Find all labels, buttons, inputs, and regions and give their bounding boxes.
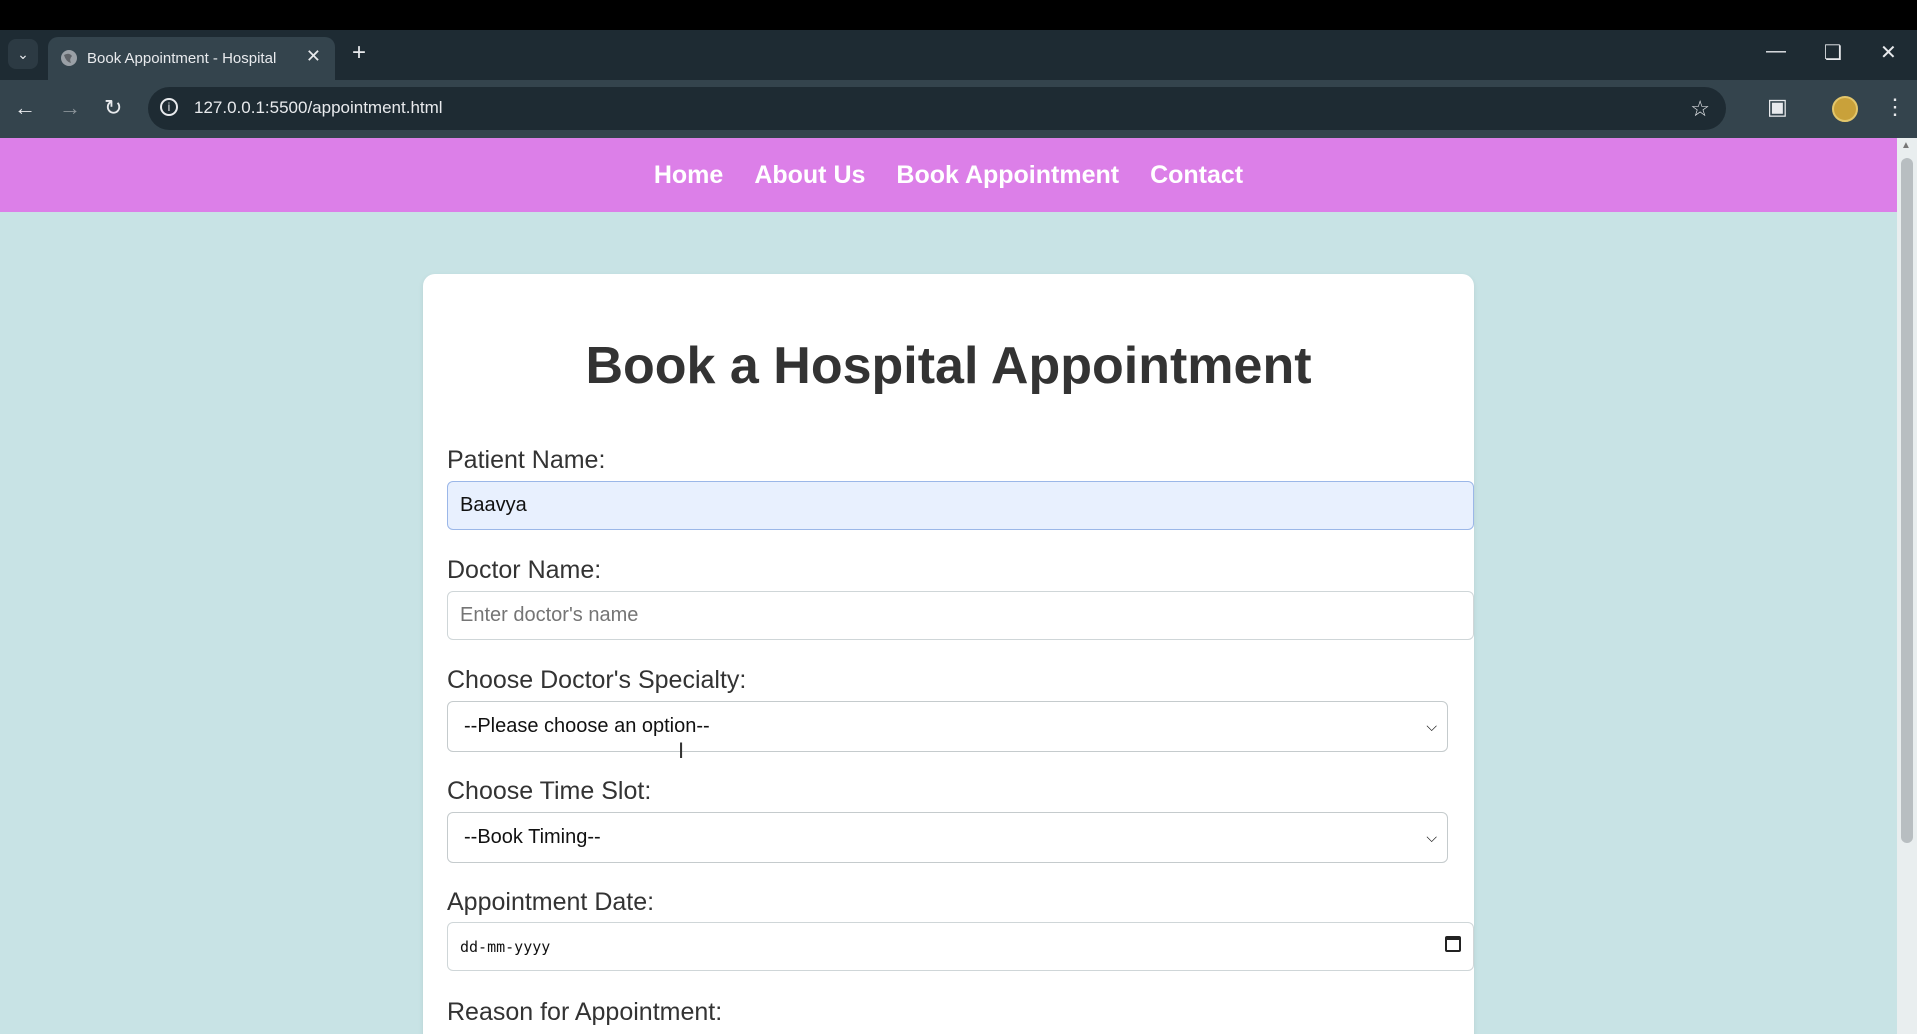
nav-book-appointment[interactable]: Book Appointment (896, 161, 1119, 190)
patient-name-input[interactable]: Baavya (447, 481, 1474, 530)
profile-avatar[interactable] (1832, 96, 1858, 122)
doctor-name-input[interactable]: Enter doctor's name (447, 591, 1474, 640)
tab-dropdown-icon[interactable]: ⌄ (8, 39, 38, 69)
nav-home[interactable]: Home (654, 161, 723, 190)
time-slot-selected: --Book Timing-- (464, 826, 601, 848)
tab-title: Book Appointment - Hospital (87, 50, 277, 67)
restore-icon[interactable]: ❏ (1824, 40, 1842, 65)
menu-icon[interactable]: ⋮ (1884, 94, 1906, 120)
doctor-name-label: Doctor Name: (447, 556, 602, 584)
time-slot-label: Choose Time Slot: (447, 777, 652, 805)
page-viewport: Home About Us Book Appointment Contact B… (0, 138, 1897, 1034)
reason-label: Reason for Appointment: (447, 998, 723, 1026)
globe-icon (61, 50, 77, 66)
browser-tab[interactable]: Book Appointment - Hospital ✕ (48, 37, 335, 80)
address-bar[interactable]: i 127.0.0.1:5500/appointment.html ☆ (148, 87, 1726, 130)
browser-toolbar: ← → ↻ i 127.0.0.1:5500/appointment.html … (0, 80, 1917, 138)
page-scrollbar[interactable]: ▲ (1897, 138, 1917, 1034)
scroll-up-icon[interactable]: ▲ (1901, 140, 1911, 151)
plus-icon[interactable]: + (352, 39, 366, 67)
appointment-date-input[interactable]: dd-mm-yyyy (447, 922, 1474, 971)
appointment-date-label: Appointment Date: (447, 888, 655, 916)
time-slot-select[interactable]: --Book Timing-- ⌵ (447, 812, 1448, 863)
back-icon[interactable]: ← (14, 95, 36, 121)
nav-contact[interactable]: Contact (1150, 161, 1243, 190)
appointment-form-card: Book a Hospital Appointment Patient Name… (423, 274, 1474, 1034)
close-icon[interactable]: ✕ (306, 46, 321, 67)
site-nav: Home About Us Book Appointment Contact (0, 138, 1897, 212)
window-close-icon[interactable]: ✕ (1880, 40, 1897, 65)
info-icon[interactable]: i (160, 98, 178, 116)
browser-tab-bar: ⌄ Book Appointment - Hospital ✕ + — ❏ ✕ (0, 30, 1917, 80)
chevron-down-icon: ⌵ (1426, 829, 1437, 845)
extensions-icon[interactable]: ▣ (1767, 94, 1788, 120)
page-title: Book a Hospital Appointment (585, 337, 1312, 395)
text-cursor-icon: I (678, 738, 685, 763)
url-text: 127.0.0.1:5500/appointment.html (194, 98, 443, 117)
scrollbar-thumb[interactable] (1901, 158, 1913, 843)
minimize-icon[interactable]: — (1766, 40, 1786, 63)
star-icon[interactable]: ☆ (1690, 96, 1710, 122)
chevron-down-icon: ⌵ (1426, 718, 1437, 734)
reload-icon[interactable]: ↻ (104, 95, 122, 121)
specialty-select[interactable]: --Please choose an option-- ⌵ (447, 701, 1448, 752)
top-strip (0, 0, 1917, 30)
forward-icon[interactable]: → (59, 95, 81, 121)
patient-name-label: Patient Name: (447, 446, 606, 474)
nav-about-us[interactable]: About Us (754, 161, 865, 190)
specialty-selected: --Please choose an option-- (464, 715, 710, 737)
calendar-icon[interactable] (1445, 936, 1461, 952)
date-placeholder: dd-mm-yyyy (460, 938, 551, 956)
specialty-label: Choose Doctor's Specialty: (447, 666, 747, 694)
